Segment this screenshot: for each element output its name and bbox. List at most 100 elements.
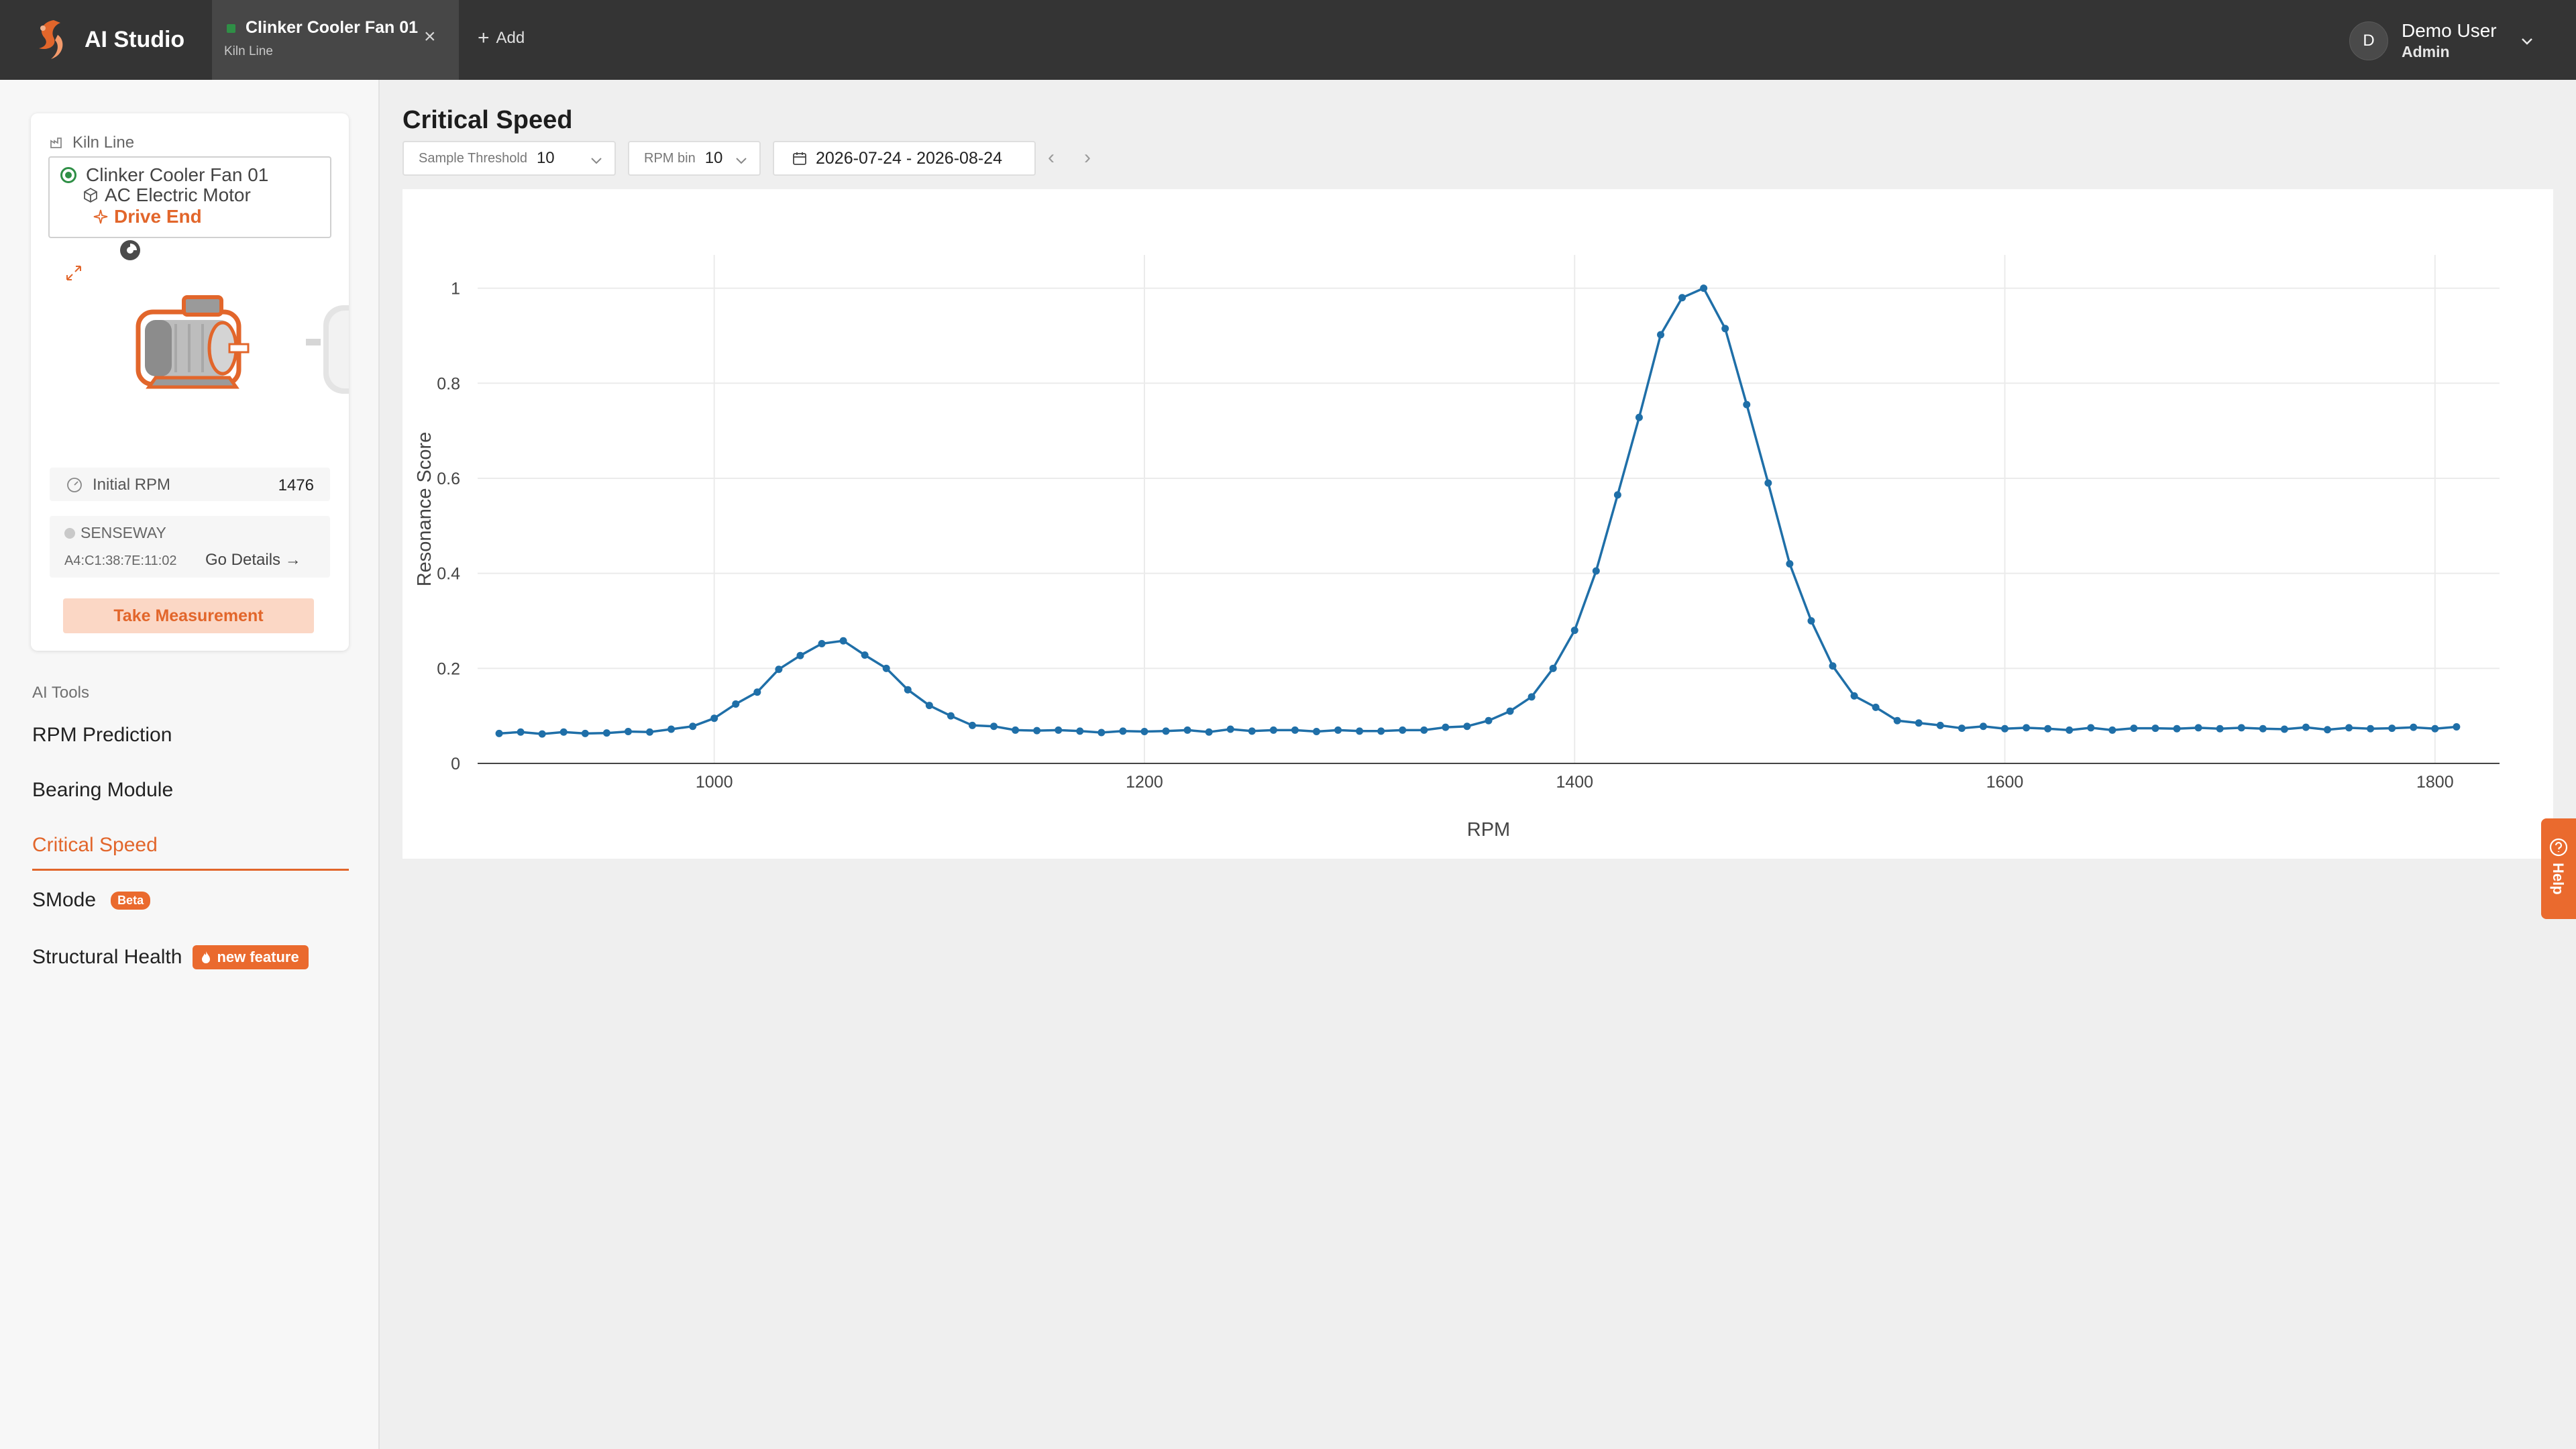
sensor-mac: A4:C1:38:7E:11:02 (64, 553, 177, 568)
tool-bearing-module[interactable]: Bearing Module (32, 779, 173, 802)
y-tick-label: 0.4 (437, 565, 460, 584)
tab-clinker-cooler-fan[interactable]: Clinker Cooler Fan 01 Kiln Line × (212, 0, 459, 80)
data-point (2280, 725, 2288, 733)
sample-threshold-select[interactable]: Sample Threshold 10 (402, 141, 616, 176)
user-menu[interactable]: D Demo User Admin (2349, 20, 2534, 61)
plus-icon: + (478, 27, 490, 49)
data-point (2431, 724, 2439, 733)
rpm-bin-select[interactable]: RPM bin 10 (628, 141, 761, 176)
data-point (1613, 491, 1621, 499)
data-point (1119, 727, 1127, 735)
tool-label: Critical Speed (32, 834, 158, 856)
ai-tools-heading: AI Tools (32, 684, 89, 702)
gauge-icon (67, 478, 82, 492)
data-point (495, 729, 503, 737)
data-point (2151, 724, 2159, 733)
data-point (947, 712, 955, 720)
data-point (753, 688, 761, 696)
data-point (775, 665, 783, 674)
x-tick-label: 1400 (1556, 773, 1593, 792)
brand[interactable]: AI Studio (31, 17, 184, 62)
site-name: Kiln Line (72, 133, 135, 152)
data-point (2194, 724, 2202, 732)
active-tool-indicator (32, 869, 349, 871)
take-measurement-button[interactable]: Take Measurement (63, 598, 314, 633)
new-feature-label: new feature (217, 949, 299, 965)
data-point (1936, 721, 1944, 729)
page-title: Critical Speed (402, 106, 573, 134)
data-point (1893, 716, 1901, 724)
data-point (2108, 726, 2116, 734)
y-tick-label: 0.8 (437, 374, 460, 393)
tree-component[interactable]: AC Electric Motor (82, 184, 251, 206)
data-point (1979, 722, 1987, 731)
close-tab-icon[interactable]: × (424, 27, 436, 47)
initial-rpm-label: Initial RPM (93, 476, 171, 494)
x-axis-title: RPM (1467, 819, 1510, 841)
x-tick-label: 1600 (1986, 773, 2024, 792)
data-point (1162, 727, 1170, 735)
data-point (581, 729, 589, 737)
data-point (2302, 723, 2310, 731)
sensor-name: SENSEWAY (80, 524, 166, 541)
next-range-icon[interactable]: › (1084, 148, 1091, 168)
sensor-location-icon[interactable] (118, 238, 142, 262)
tool-label: SMode (32, 889, 97, 911)
tree-point[interactable]: Drive End (93, 206, 202, 227)
x-tick-label: 1000 (696, 773, 733, 792)
data-point (1012, 726, 1020, 734)
help-button[interactable]: Help (2541, 818, 2576, 919)
add-tab-button[interactable]: + Add (478, 28, 525, 48)
data-point (2216, 724, 2224, 733)
tree-machine[interactable]: Clinker Cooler Fan 01 (60, 164, 268, 186)
data-point (1592, 567, 1600, 575)
top-bar: AI Studio Clinker Cooler Fan 01 Kiln Lin… (0, 0, 2576, 80)
factory-icon (50, 138, 62, 148)
data-point (1140, 728, 1148, 736)
data-point (1183, 726, 1191, 734)
tool-smode[interactable]: SMode Beta (32, 889, 151, 912)
critical-speed-chart: 1000 1200 1400 1600 1800 0 0.2 0.4 0.6 0.8 1 RPM Res… (402, 189, 2553, 859)
chevron-down-icon (2521, 38, 2532, 45)
data-point (1678, 294, 1686, 302)
tool-rpm-prediction[interactable]: RPM Prediction (32, 724, 172, 747)
expand-icon[interactable] (63, 262, 85, 284)
data-point (1657, 331, 1665, 339)
data-point (1485, 716, 1493, 724)
data-point (2453, 722, 2461, 731)
data-point (861, 651, 869, 659)
sample-threshold-value: 10 (536, 149, 555, 167)
go-details-link[interactable]: Go Details → (205, 551, 301, 570)
data-point (2388, 724, 2396, 733)
data-point (818, 639, 826, 647)
data-point (1356, 727, 1364, 735)
data-point (2173, 724, 2181, 733)
data-point (2044, 724, 2052, 733)
user-name: Demo User (2402, 20, 2497, 41)
tool-structural-health[interactable]: Structural Health new feature (32, 945, 309, 969)
data-point (1076, 727, 1084, 735)
y-axis-title: Resonance Score (414, 432, 435, 587)
data-point (667, 725, 676, 733)
data-point (2323, 726, 2331, 734)
data-point (990, 722, 998, 731)
data-point (1226, 725, 1234, 733)
data-point (1097, 729, 1106, 737)
data-point (2410, 723, 2418, 731)
y-tick-label: 0.6 (437, 470, 460, 488)
tool-critical-speed[interactable]: Critical Speed (32, 834, 158, 857)
data-point (1291, 726, 1299, 734)
data-point (2367, 724, 2375, 733)
site-label: Kiln Line (50, 133, 134, 152)
asset-tree[interactable]: Clinker Cooler Fan 01 AC Electric Motor … (48, 156, 331, 238)
app-name: AI Studio (85, 26, 185, 52)
data-point (559, 728, 568, 736)
date-range-picker[interactable]: 2026-07-24 - 2026-08-24 (773, 141, 1036, 176)
previous-range-icon[interactable]: ‹ (1048, 148, 1055, 168)
data-point (1786, 559, 1794, 568)
asset-card: Kiln Line Clinker Cooler Fan 01 AC Elect… (31, 113, 349, 651)
data-point (1506, 707, 1514, 715)
series-line (498, 286, 2457, 735)
data-point (925, 702, 933, 710)
tool-label: RPM Prediction (32, 724, 172, 746)
